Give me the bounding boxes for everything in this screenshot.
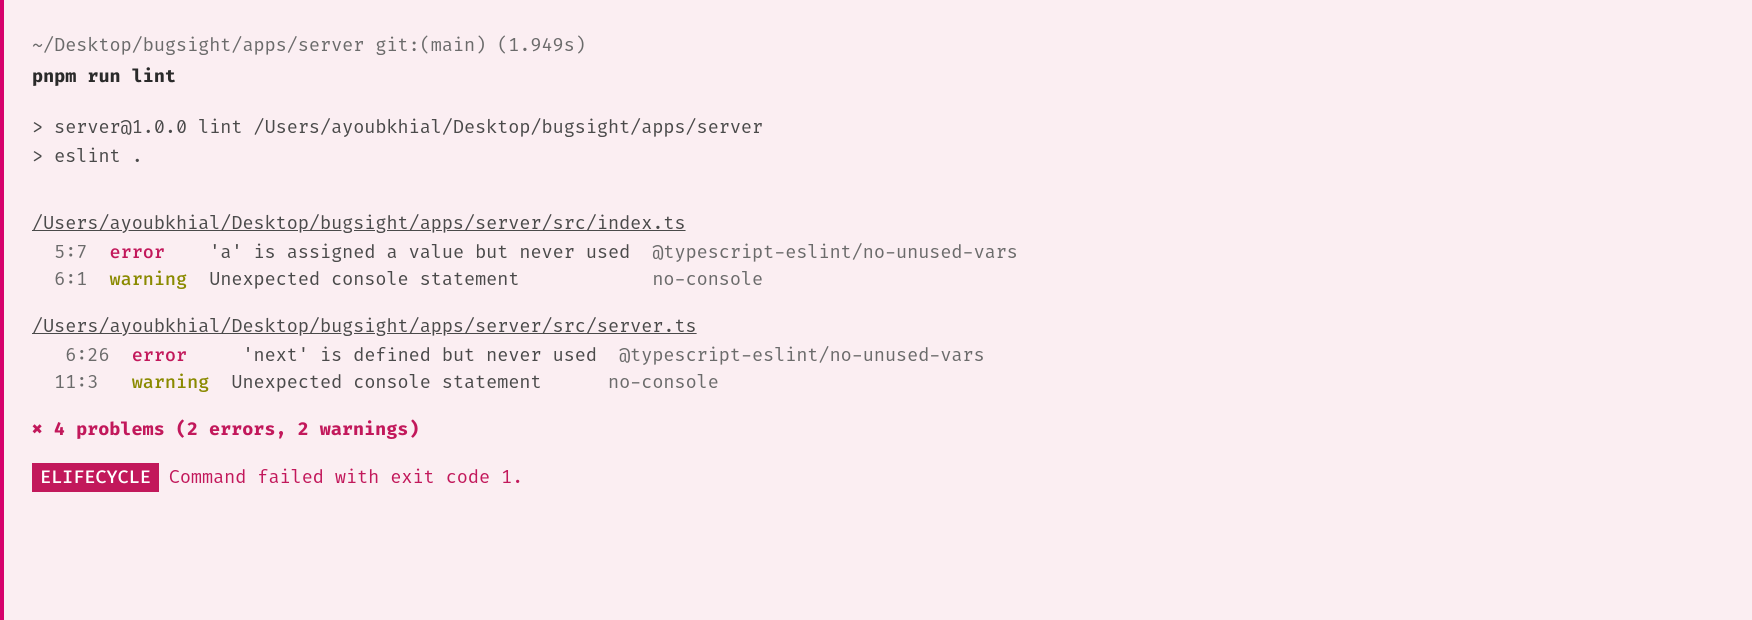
- issue-rule: no-console: [652, 266, 763, 293]
- issue-location: 6:1: [32, 266, 87, 293]
- issue-location: 5:7: [32, 239, 87, 266]
- lint-issue-row: 6:1 warning Unexpected console statement…: [32, 266, 1724, 293]
- issue-severity-warning: warning: [132, 369, 210, 396]
- issue-message: Unexpected console statement: [231, 369, 608, 396]
- issue-severity-warning: warning: [110, 266, 188, 293]
- lifecycle-error-line: ELIFECYCLE Command failed with exit code…: [32, 463, 1724, 492]
- lint-summary: ✖ 4 problems (2 errors, 2 warnings): [32, 416, 1724, 443]
- issue-severity-error: error: [132, 342, 210, 369]
- lint-issue-row: 11:3 warning Unexpected console statemen…: [32, 369, 1724, 396]
- issue-message: 'next' is defined but never used: [242, 342, 619, 369]
- issue-location: 6:26: [32, 342, 110, 369]
- summary-text: 4 problems (2 errors, 2 warnings): [43, 418, 420, 441]
- file-issue-block: /Users/ayoubkhial/Desktop/bugsight/apps/…: [32, 210, 1724, 293]
- shell-command: pnpm run lint: [32, 63, 1724, 90]
- issue-rule: @typescript-eslint/no-unused-vars: [652, 239, 1018, 266]
- file-path: /Users/ayoubkhial/Desktop/bugsight/apps/…: [32, 313, 1724, 340]
- script-line: > server@1.0.0 lint /Users/ayoubkhial/De…: [32, 114, 1724, 141]
- issue-severity-error: error: [110, 239, 188, 266]
- issue-message: 'a' is assigned a value but never used: [209, 239, 652, 266]
- terminal-output[interactable]: ~/Desktop/bugsight/apps/server git:(main…: [32, 32, 1724, 492]
- lint-issue-row: 5:7 error 'a' is assigned a value but ne…: [32, 239, 1724, 266]
- issue-message: Unexpected console statement: [209, 266, 652, 293]
- npm-script-header: > server@1.0.0 lint /Users/ayoubkhial/De…: [32, 114, 1724, 170]
- lifecycle-message: Command failed with exit code 1.: [169, 464, 523, 491]
- issue-rule: no-console: [608, 369, 719, 396]
- summary-x-icon: ✖: [32, 418, 43, 441]
- issue-location: 11:3: [32, 369, 110, 396]
- lifecycle-badge: ELIFECYCLE: [32, 463, 159, 492]
- shell-prompt: ~/Desktop/bugsight/apps/server git:(main…: [32, 32, 1724, 59]
- file-issue-block: /Users/ayoubkhial/Desktop/bugsight/apps/…: [32, 313, 1724, 396]
- script-line: > eslint .: [32, 143, 1724, 170]
- file-path: /Users/ayoubkhial/Desktop/bugsight/apps/…: [32, 210, 1724, 237]
- lint-issue-row: 6:26 error 'next' is defined but never u…: [32, 342, 1724, 369]
- issue-rule: @typescript-eslint/no-unused-vars: [619, 342, 985, 369]
